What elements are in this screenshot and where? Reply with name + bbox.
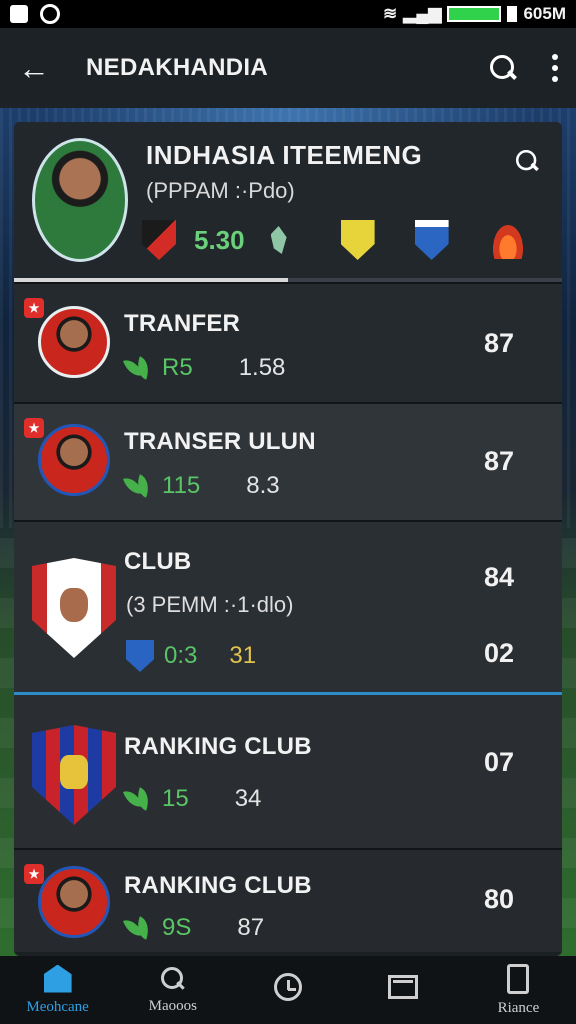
team-header-card[interactable]: INDHASIA ITEEMENG (PPPAM :·Pdo) 5.30 [14, 122, 562, 282]
player-rating: 87 [484, 328, 515, 358]
row-title: RANKING CLUB [124, 872, 312, 899]
nav-home[interactable]: Meohcane [0, 956, 115, 1024]
nav-label: Meohcane [26, 998, 89, 1015]
list-item[interactable]: ★ RANKING CLUB 9S 87 80 [14, 848, 562, 952]
nav-label: Maooos [148, 997, 197, 1014]
player-rating: 84 [484, 562, 515, 592]
leaf-icon [126, 474, 152, 498]
more-options-icon[interactable] [552, 54, 558, 82]
nav-history[interactable] [230, 956, 345, 1024]
blue-crest-icon [414, 220, 449, 260]
main-panel: INDHASIA ITEEMENG (PPPAM :·Pdo) 5.30 ★ T… [14, 122, 562, 956]
search-icon [160, 966, 186, 992]
row-stats: 9S 87 [126, 914, 264, 942]
row-stats: R5 1.58 [126, 354, 285, 382]
feather-icon [267, 224, 291, 256]
stat-green: R5 [162, 354, 193, 381]
player-avatar [38, 306, 110, 378]
status-time: 605M [523, 4, 566, 23]
row-title: RANKING CLUB [124, 733, 312, 760]
notification-icon [10, 5, 28, 23]
row-tag: ★ [24, 298, 44, 318]
team-title: INDHASIA ITEEMENG [146, 140, 423, 170]
row-stats: 15 34 [126, 785, 261, 813]
club-shield-icon [32, 725, 116, 825]
list-item[interactable]: ★ TRANFER R5 1.58 87 [14, 282, 562, 402]
list-item[interactable]: ★ TRANSER ULUN 115 8.3 87 [14, 402, 562, 520]
leaf-icon [126, 356, 152, 380]
header-search-icon[interactable] [514, 148, 540, 174]
stat-green: 15 [162, 785, 189, 812]
status-bar: ≋ ▂▄▆ 605M [0, 0, 576, 28]
flame-icon [491, 221, 525, 259]
player-avatar [38, 866, 110, 938]
team-subtitle: (PPPAM :·Pdo) [146, 178, 295, 203]
list-item[interactable]: RANKING CLUB 15 34 07 [14, 692, 562, 848]
page-title: NEDAKHANDIA [86, 54, 268, 81]
nav-messages[interactable] [346, 956, 461, 1024]
stat-value: 87 [237, 914, 265, 941]
player-rating: 87 [484, 446, 515, 476]
home-icon [43, 964, 72, 993]
signal-icon: ▂▄▆ [403, 4, 442, 23]
club-crest-icon [142, 220, 176, 260]
player-avatar [38, 424, 110, 496]
player-rating: 80 [484, 884, 515, 914]
yellow-crest-icon [340, 220, 375, 260]
row-tag: ★ [24, 418, 44, 438]
row-tag: ★ [24, 864, 44, 884]
list-item[interactable]: CLUB (3 PEMM :·1·dlo) 0:3 31 84 02 [14, 520, 562, 692]
nav-label: Riance [497, 999, 540, 1016]
wifi-icon: ≋ [383, 4, 398, 23]
row-stats: 115 8.3 [126, 472, 280, 500]
stat-gold: 31 [229, 642, 257, 669]
player-rating: 07 [484, 747, 515, 777]
row-title: TRANSER ULUN [124, 428, 316, 455]
bottom-navigation: Meohcane Maooos Riance [0, 956, 576, 1024]
player-rating: 02 [484, 638, 515, 668]
stat-green: 0:3 [164, 642, 198, 669]
row-title: TRANFER [124, 310, 241, 337]
row-stats: 0:3 31 [126, 640, 256, 672]
stat-green: 9S [162, 914, 192, 941]
row-subtitle: (3 PEMM :·1·dlo) [126, 592, 294, 617]
back-arrow-icon[interactable]: ← [18, 50, 58, 87]
mail-icon [388, 975, 419, 999]
stat-green: 115 [162, 472, 201, 499]
leaf-icon [126, 787, 152, 811]
club-shield-icon [32, 558, 116, 658]
phone-icon [507, 963, 530, 994]
app-bar: ← NEDAKHANDIA [0, 28, 576, 108]
stat-value: 8.3 [246, 472, 280, 499]
battery-saver-icon [507, 6, 518, 22]
team-score: 5.30 [194, 224, 245, 255]
nav-device[interactable]: Riance [461, 956, 576, 1024]
stat-value: 1.58 [238, 354, 286, 381]
clock-icon [274, 973, 302, 1001]
nav-search[interactable]: Maooos [115, 956, 230, 1024]
battery-icon [447, 6, 502, 22]
header-badges: 5.30 [142, 220, 525, 260]
team-player-avatar [32, 138, 128, 262]
stat-value: 34 [234, 785, 262, 812]
blue-shield-icon [126, 640, 154, 672]
row-title: CLUB [124, 548, 192, 575]
leaf-icon [126, 916, 152, 940]
search-icon[interactable] [488, 53, 518, 83]
sync-icon [40, 4, 60, 24]
